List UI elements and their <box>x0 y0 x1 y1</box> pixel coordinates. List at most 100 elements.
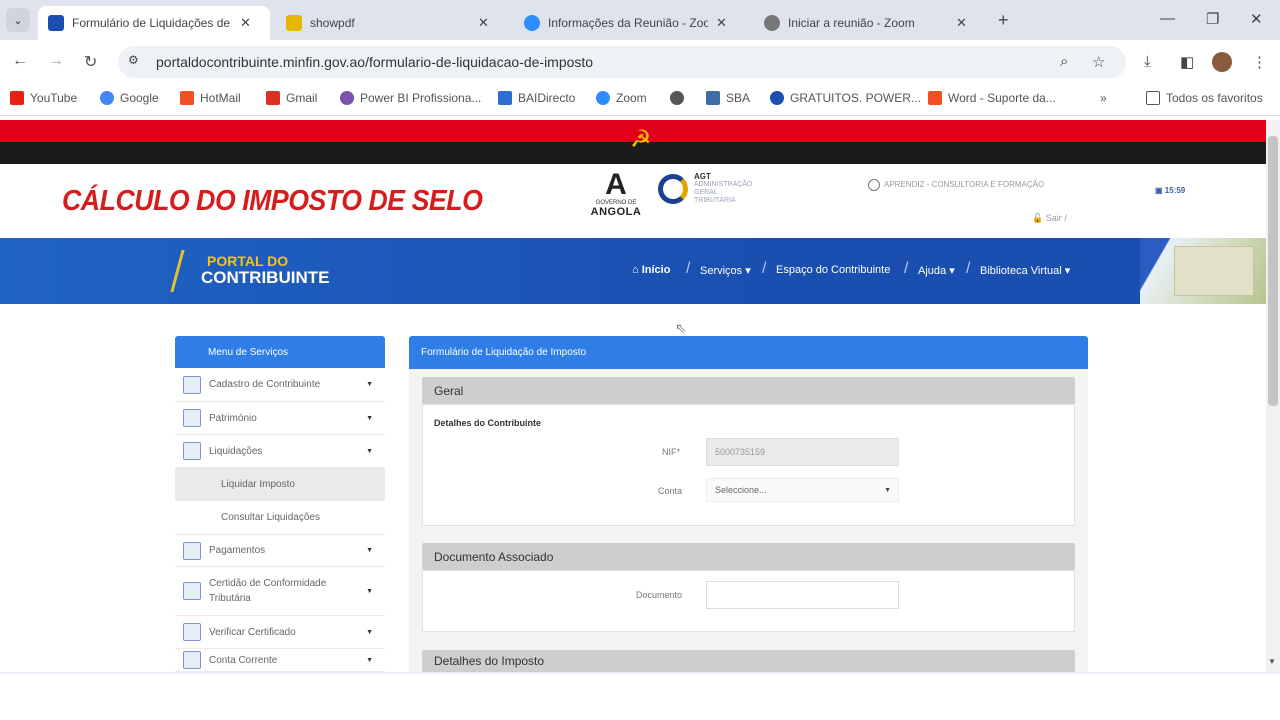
bookmark-hotmail[interactable]: HotMail <box>180 91 241 105</box>
sidebar-item-cadastro[interactable]: Cadastro de Contribuinte ▼ <box>175 368 385 402</box>
back-icon[interactable]: ← <box>12 52 28 70</box>
agt-line: ADMINISTRAÇÃO <box>694 181 753 188</box>
nif-label: NIF* <box>662 447 680 457</box>
bookmark-globe[interactable] <box>670 91 690 105</box>
download-icon[interactable]: ⤓ <box>1144 53 1151 70</box>
more-bookmarks-button[interactable]: » <box>1100 91 1107 105</box>
caret-down-icon: ▼ <box>366 628 373 636</box>
nav-label: Ajuda <box>918 265 947 277</box>
close-icon[interactable]: ✕ <box>716 15 727 31</box>
nav-servicos[interactable]: Serviços ▾ <box>700 264 751 277</box>
nav-biblioteca-virtual[interactable]: Biblioteca Virtual ▾ <box>980 264 1070 277</box>
globe-icon <box>670 91 684 105</box>
zoom-magnifier-icon[interactable]: ⌕ <box>1060 53 1068 70</box>
sidebar-title: Menu de Serviços <box>175 336 385 368</box>
microsoft-icon <box>928 91 942 105</box>
google-icon <box>100 91 114 105</box>
section-documento-header: Documento Associado <box>422 543 1075 570</box>
close-icon[interactable]: ✕ <box>956 15 967 31</box>
agt-line: GERAL <box>694 189 718 196</box>
nav-label: Início <box>641 264 671 276</box>
minimize-icon[interactable]: — <box>1160 10 1175 27</box>
bookmark-sba[interactable]: SBA <box>706 91 750 105</box>
browser-tab[interactable]: Iniciar a reunião - Zoom ✕ <box>754 6 986 40</box>
menu-kebab-icon[interactable]: ⋮ <box>1252 53 1267 71</box>
close-icon[interactable]: ✕ <box>240 15 251 31</box>
bookmark-word[interactable]: Word - Suporte da... <box>928 91 1056 105</box>
browser-tab[interactable]: showpdf ✕ <box>276 6 508 40</box>
site-info-icon[interactable]: ⚙ <box>128 53 139 67</box>
profile-avatar[interactable] <box>1212 52 1232 72</box>
sidebar-item-label: Liquidações <box>209 445 263 457</box>
gmail-icon <box>266 91 280 105</box>
tab-title: Iniciar a reunião - Zoom <box>788 16 915 30</box>
documento-field[interactable] <box>706 581 899 609</box>
tab-search-dropdown[interactable]: ⌄ <box>6 8 30 32</box>
sidebar-subitem-consultar-liquidacoes[interactable]: Consultar Liquidações <box>175 501 385 534</box>
pdf-favicon-icon <box>286 15 302 31</box>
bookmark-powerbi[interactable]: Power BI Profissiona... <box>340 91 481 105</box>
sidebar-subitem-label: Liquidar Imposto <box>221 479 295 490</box>
agt-logo[interactable]: AGT ADMINISTRAÇÃO GERAL TRIBUTÁRIA <box>658 172 752 205</box>
forward-icon[interactable]: → <box>48 52 64 70</box>
sidebar-item-label: Conta Corrente <box>209 654 278 666</box>
sidebar-item-liquidacoes[interactable]: Liquidações ▼ <box>175 435 385 468</box>
browser-tab[interactable]: Formulário de Liquidações de Imposto ✕ <box>38 6 270 40</box>
bookmark-google[interactable]: Google <box>100 91 159 105</box>
sidebar-item-verificar-certificado[interactable]: Verificar Certificado ▼ <box>175 616 385 649</box>
bookmark-label: Google <box>120 91 159 105</box>
side-panel-icon[interactable]: ◧ <box>1180 53 1194 71</box>
conta-selected-value: Seleccione... <box>715 485 767 495</box>
nav-inicio[interactable]: ⌂ Início <box>632 264 670 276</box>
logout-link[interactable]: 🔓 Sair / <box>1032 213 1067 224</box>
bookmark-label: Word - Suporte da... <box>948 91 1056 105</box>
bookmark-gratuitos[interactable]: GRATUITOS. POWER... <box>770 91 921 105</box>
site-favicon-icon <box>48 15 64 31</box>
sidebar-item-label: Certidão de Conformidade Tributária <box>209 578 327 604</box>
address-input[interactable]: portaldocontribuinte.minfin.gov.ao/formu… <box>118 46 1126 78</box>
bookmark-zoom[interactable]: Zoom <box>596 91 647 105</box>
bai-icon <box>498 91 512 105</box>
bookmark-label: BAIDirecto <box>518 91 576 105</box>
agt-code: AGT <box>694 172 711 181</box>
caret-down-icon: ▾ <box>1064 265 1071 277</box>
bookmark-star-icon[interactable]: ☆ <box>1092 53 1105 71</box>
window-close-icon[interactable]: ✕ <box>1250 10 1263 28</box>
sidebar-item-certidao[interactable]: Certidão de Conformidade Tributária ▼ <box>175 567 385 616</box>
bookmark-gmail[interactable]: Gmail <box>266 91 317 105</box>
caret-down-icon: ▼ <box>366 381 373 388</box>
zoom-favicon-icon <box>524 15 540 31</box>
sidebar-subitem-liquidar-imposto[interactable]: Liquidar Imposto <box>175 468 385 501</box>
scroll-down-arrow-icon[interactable]: ▼ <box>1268 657 1276 666</box>
scrollbar-thumb[interactable] <box>1268 136 1278 406</box>
sidebar-item-conta-corrente[interactable]: Conta Corrente ▼ <box>175 649 385 672</box>
browser-tab[interactable]: Informações da Reunião - Zoom ✕ <box>514 6 748 40</box>
section-geral-header: Geral <box>422 377 1075 404</box>
certificate-icon <box>183 582 201 600</box>
nif-field[interactable]: 5000735159 <box>706 438 899 466</box>
bookmark-youtube[interactable]: YouTube <box>10 91 77 105</box>
youtube-icon <box>10 91 24 105</box>
nav-espaco-contribuinte[interactable]: Espaço do Contribuinte <box>776 264 890 276</box>
nav-separator: / <box>966 260 971 277</box>
conta-select[interactable]: Seleccione... ▼ <box>706 478 899 502</box>
section-imposto-header: Detalhes do Imposto <box>422 650 1075 672</box>
clock-time: 15:59 <box>1164 186 1186 195</box>
conta-label: Conta <box>657 486 682 496</box>
all-bookmarks-folder[interactable]: Todos os favoritos <box>1146 91 1263 105</box>
zoom-icon <box>596 91 610 105</box>
reload-icon[interactable]: ↻ <box>84 52 97 72</box>
sidebar-item-patrimonio[interactable]: Património ▼ <box>175 402 385 435</box>
user-menu[interactable]: APRENDIZ - CONSULTORIA E FORMAÇÃO <box>868 179 1044 191</box>
gov-big-text: ANGOLA <box>590 206 642 218</box>
bookmark-label: Todos os favoritos <box>1166 91 1263 105</box>
nav-ajuda[interactable]: Ajuda ▾ <box>918 264 955 277</box>
home-icon: ⌂ <box>632 264 639 276</box>
government-logo[interactable]: A GOVERNO DE ANGOLA <box>585 170 647 232</box>
restore-icon[interactable]: ❐ <box>1206 10 1219 28</box>
close-icon[interactable]: ✕ <box>478 15 489 31</box>
building-image <box>1174 246 1254 296</box>
sidebar-item-pagamentos[interactable]: Pagamentos ▼ <box>175 534 385 567</box>
new-tab-icon[interactable]: + <box>998 10 1009 31</box>
bookmark-baidirecto[interactable]: BAIDirecto <box>498 91 575 105</box>
